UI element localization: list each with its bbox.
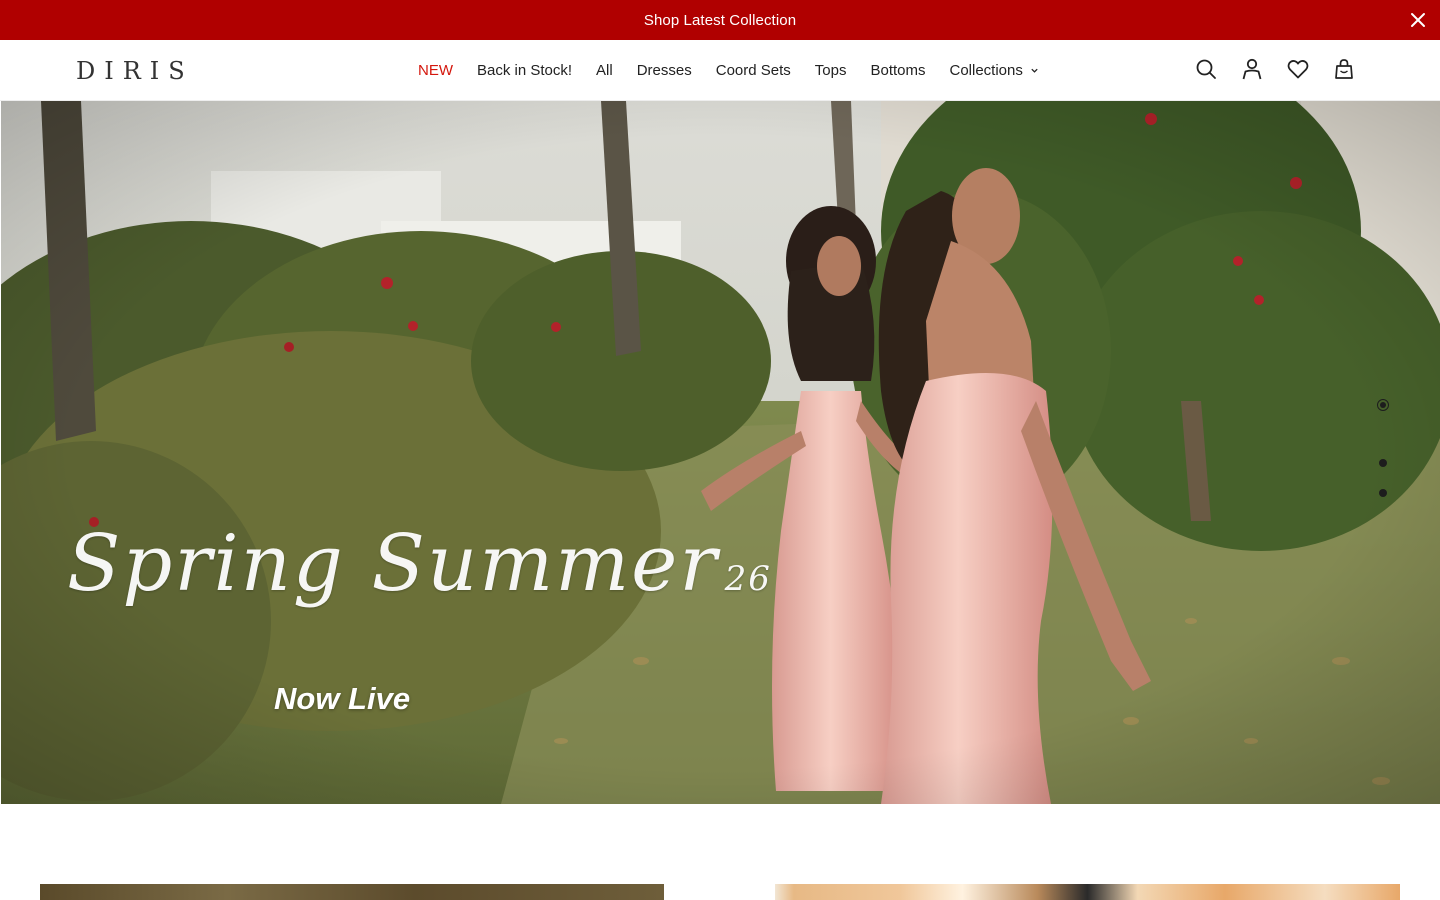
slider-dot-2[interactable] [1379,459,1387,467]
hero-image [1,101,1440,804]
header-icons [1194,57,1356,81]
hero-subline: Now Live [274,681,411,716]
hero-headline-year: 26 [724,559,772,599]
hero-headline: Spring Summer 26 [67,519,772,609]
slider-dot-3[interactable] [1379,489,1387,497]
nav-item-dresses[interactable]: Dresses [637,62,692,79]
collection-tile-right[interactable] [775,884,1400,900]
nav-item-all[interactable]: All [596,62,613,79]
slider-dot-1[interactable] [1377,399,1389,411]
wishlist-icon[interactable] [1286,57,1310,81]
nav-item-bottoms[interactable]: Bottoms [870,62,925,79]
nav-item-back-in-stock[interactable]: Back in Stock! [477,62,572,79]
cart-icon[interactable] [1332,57,1356,81]
nav-item-tops[interactable]: Tops [815,62,847,79]
slider-pagination [1377,399,1389,519]
nav-item-collections-label: Collections [949,62,1023,79]
nav-item-coord-sets[interactable]: Coord Sets [716,62,791,79]
search-icon[interactable] [1194,57,1218,81]
close-icon[interactable] [1408,10,1428,30]
nav-item-new[interactable]: NEW [418,62,453,79]
announcement-link[interactable]: Shop Latest Collection [644,12,796,29]
announcement-bar: Shop Latest Collection [0,0,1440,40]
chevron-down-icon [1031,68,1038,73]
logo[interactable]: DIRIS [76,57,194,85]
site-header: DIRIS NEW Back in Stock! All Dresses Coo… [0,40,1440,101]
nav-item-collections[interactable]: Collections [950,62,1039,79]
main-nav: NEW Back in Stock! All Dresses Coord Set… [418,40,1039,101]
collection-tile-left[interactable] [40,884,664,900]
account-icon[interactable] [1240,57,1264,81]
hero-headline-text: Spring Summer [67,519,719,609]
hero-banner[interactable]: Spring Summer 26 Now Live [1,101,1440,804]
